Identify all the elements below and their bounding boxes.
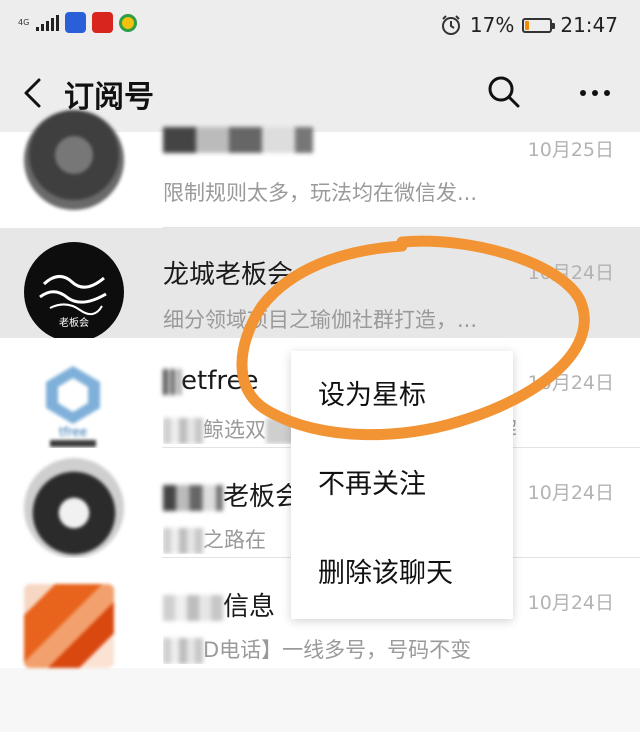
avatar-logo: 老板会: [39, 275, 107, 329]
blurred-text: [163, 594, 223, 621]
avatar: 老板会: [24, 242, 124, 342]
item-name: 信息: [163, 586, 275, 623]
screen: 4G 17% 21:47 订阅号 10月25日 限制规则太多，玩法均在微信发..…: [0, 0, 640, 732]
avatar-text: tfree: [59, 425, 87, 439]
item-date: 10月24日: [527, 482, 614, 504]
item-preview-text: 之路在: [203, 528, 266, 552]
alarm-icon: [441, 15, 460, 35]
avatar: [24, 110, 124, 210]
item-preview: 细分领域项目之瑜伽社群打造，...: [163, 308, 478, 332]
search-icon[interactable]: [486, 74, 522, 110]
status-right: 17% 21:47: [440, 13, 618, 37]
item-name-text: etfree: [181, 366, 259, 396]
blurred-text: [163, 484, 223, 511]
item-name: etfree: [163, 366, 258, 396]
menu-item-delete-chat[interactable]: 删除该聊天: [291, 529, 513, 618]
battery-percent: 17%: [469, 13, 515, 37]
item-name-text: 老板会: [223, 482, 302, 512]
avatar: [24, 584, 114, 668]
battery-icon: [522, 17, 556, 33]
blurred-text: [163, 368, 181, 395]
item-name: [163, 124, 313, 154]
item-preview: D电话】一线多号，号码不变: [163, 634, 563, 664]
item-date: 10月24日: [527, 262, 614, 284]
avatar: [24, 458, 124, 558]
list-item-longcheng[interactable]: 老板会 龙城老板会 10月24日 细分领域项目之瑜伽社群打造，...: [0, 228, 640, 342]
app-badge-icon: [65, 12, 86, 33]
list-item[interactable]: 10月25日 限制规则太多，玩法均在微信发...: [0, 110, 640, 228]
status-left: 4G: [18, 12, 137, 33]
blurred-text: [163, 418, 203, 444]
blurred-text: [163, 528, 203, 554]
item-name-text: 信息: [223, 592, 276, 622]
blurred-text: [163, 126, 313, 153]
status-bar: 4G 17% 21:47: [0, 0, 640, 52]
item-preview-text: 鲸选双: [203, 418, 266, 442]
item-preview-text: D电话】一线多号，号码不变: [203, 638, 472, 662]
signal-icon: [36, 14, 59, 31]
item-date: 10月24日: [527, 592, 614, 614]
item-preview: 限制规则太多，玩法均在微信发...: [163, 181, 478, 205]
battery-fill: [525, 20, 530, 30]
avatar: tfree: [40, 362, 106, 448]
avatar-text: 老板会: [59, 316, 89, 329]
item-date: 10月24日: [527, 372, 614, 394]
item-name: 龙城老板会: [163, 260, 294, 290]
network-label: 4G: [18, 18, 30, 27]
avatar-logo: tfree: [46, 366, 100, 447]
blurred-text: [163, 638, 203, 664]
app-badge-icon: [92, 12, 113, 33]
back-icon[interactable]: [18, 76, 48, 110]
item-name: 老板会: [163, 476, 301, 513]
clock: 21:47: [560, 13, 618, 37]
menu-item-unfollow[interactable]: 不再关注: [291, 440, 513, 529]
item-date: 10月25日: [527, 139, 614, 161]
context-menu: 设为星标 不再关注 删除该聊天: [291, 351, 513, 619]
app-badge-icon: [119, 13, 137, 32]
more-icon[interactable]: [575, 80, 615, 106]
menu-item-star[interactable]: 设为星标: [291, 351, 513, 440]
